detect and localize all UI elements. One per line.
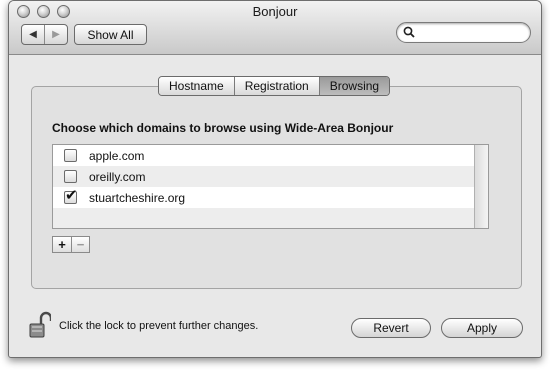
checkmark-icon: ✔ [65,187,78,204]
back-arrow-icon: ◀ [29,29,37,40]
tab-bar: Hostname Registration Browsing [158,76,391,96]
list-item-empty [53,208,476,228]
forward-arrow-icon: ▶ [52,29,60,40]
revert-button[interactable]: Revert [351,318,431,338]
domain-checkbox[interactable]: ✔ [64,187,78,204]
add-remove-control: + − [52,236,90,253]
search-icon [403,26,415,38]
list-item[interactable]: apple.com [53,145,476,166]
domain-label: oreilly.com [89,169,146,184]
browsing-panel: Choose which domains to browse using Wid… [31,86,522,289]
remove-domain-button[interactable]: − [71,237,89,252]
forward-button[interactable]: ▶ [44,25,67,44]
preferences-window: Bonjour ◀ ▶ Show All Hostname Registrati… [8,0,542,358]
list-scrollbar[interactable] [474,145,488,228]
list-item[interactable]: ✔ stuartcheshire.org [53,187,476,208]
lock-hint: Click the lock to prevent further change… [59,320,259,332]
back-button[interactable]: ◀ [22,25,44,44]
lock-open-icon[interactable] [29,311,51,339]
search-field[interactable] [396,22,531,43]
tab-browsing[interactable]: Browsing [318,77,390,95]
domain-list: apple.com oreilly.com ✔ stuartcheshire.o… [52,144,489,229]
browsing-heading: Choose which domains to browse using Wid… [52,121,394,135]
list-item[interactable]: oreilly.com [53,166,476,187]
back-forward-control: ◀ ▶ [21,24,68,45]
tab-hostname[interactable]: Hostname [159,77,234,95]
domain-checkbox[interactable] [64,170,77,183]
apply-button[interactable]: Apply [441,318,523,338]
window-title: Bonjour [252,4,298,19]
add-domain-button[interactable]: + [53,237,71,252]
domain-label: apple.com [89,148,145,163]
title-bar: Bonjour ◀ ▶ Show All [9,1,541,55]
domain-checkbox[interactable] [64,149,77,162]
search-input[interactable] [417,25,525,40]
domain-label: stuartcheshire.org [89,190,186,205]
show-all-button[interactable]: Show All [74,24,147,45]
tab-registration[interactable]: Registration [233,77,319,95]
